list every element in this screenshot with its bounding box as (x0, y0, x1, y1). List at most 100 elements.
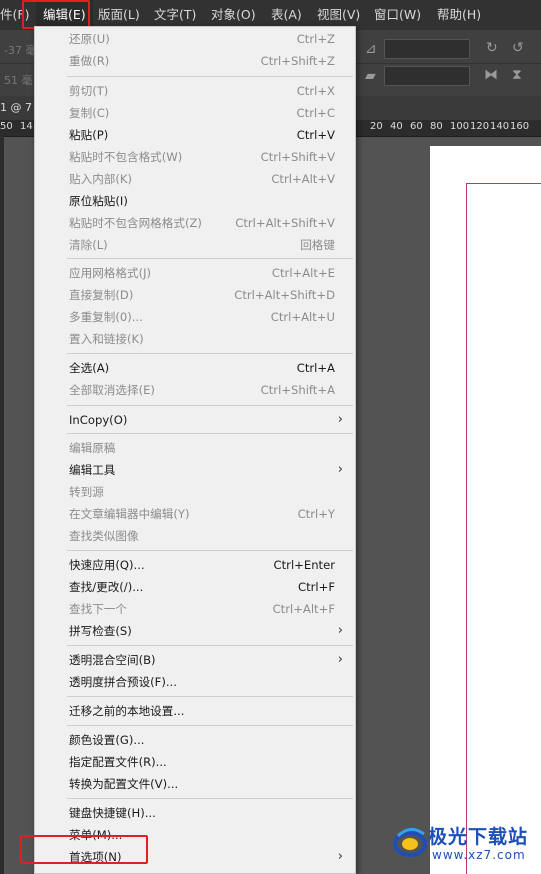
shear-field[interactable] (384, 66, 470, 86)
watermark-title: 极光下载站 (428, 826, 529, 848)
menu-item-shortcut: Ctrl+Alt+V (271, 172, 335, 186)
menu-item[interactable]: 查找下一个 Ctrl+Alt+F (35, 598, 355, 620)
menu-item-label: 应用网格格式(J) (69, 266, 152, 280)
highlight-box-preferences (20, 835, 148, 864)
y-field-value[interactable]: 51 毫 (4, 72, 33, 88)
menu-item[interactable]: 拼写检查(S) › (35, 620, 355, 642)
menu-item[interactable]: 颜色设置(G)... (35, 729, 355, 751)
menu-separator (67, 798, 353, 799)
menu-item[interactable]: 转换为配置文件(V)... (35, 773, 355, 795)
menu-item-label: 贴入内部(K) (69, 172, 133, 186)
menu-item[interactable]: 清除(L) 回格键 (35, 234, 355, 256)
menu-item-shortcut: Ctrl+Alt+E (271, 266, 335, 280)
menu-item-shortcut: Ctrl+Shift+A (260, 383, 335, 397)
flip-horizontal-icon[interactable]: ⧓ (484, 66, 498, 84)
menu-separator (67, 725, 353, 726)
submenu-arrow-icon: › (337, 623, 343, 638)
menu-item-label: 粘贴时不包含网格格式(Z) (69, 216, 202, 230)
menu-window[interactable]: 窗口(W) (374, 0, 421, 30)
rotation-field[interactable] (384, 39, 470, 59)
menu-item-label: 指定配置文件(R)... (69, 755, 167, 769)
ruler-label: 140 (490, 121, 510, 132)
menu-item[interactable]: 查找/更改(/)... Ctrl+F (35, 576, 355, 598)
menu-item-label: 查找/更改(/)... (69, 580, 144, 594)
menu-item-shortcut: 回格键 (300, 238, 335, 252)
submenu-arrow-icon: › (337, 652, 343, 667)
ruler-label: 60 (410, 121, 423, 132)
menu-item-label: 全选(A) (69, 361, 110, 375)
menu-item-label: 置入和链接(K) (69, 332, 144, 346)
menu-item[interactable]: 应用网格格式(J) Ctrl+Alt+E (35, 262, 355, 284)
menu-item-label: 编辑原稿 (69, 441, 116, 455)
menu-separator (67, 433, 353, 434)
ruler-label: 100 (450, 121, 470, 132)
ruler-label: 20 (370, 121, 383, 132)
menu-item-label: 全部取消选择(E) (69, 383, 155, 397)
ruler-label: 14 (20, 121, 33, 132)
menu-separator (67, 353, 353, 354)
menu-item[interactable]: 贴入内部(K) Ctrl+Alt+V (35, 168, 355, 190)
menu-separator (67, 550, 353, 551)
document-tab[interactable]: 1 @ 7 (0, 101, 32, 114)
menu-item[interactable]: 编辑原稿 (35, 437, 355, 459)
menu-item-shortcut: Ctrl+V (296, 128, 335, 142)
menu-help[interactable]: 帮助(H) (437, 0, 481, 30)
menu-item[interactable]: 转到源 (35, 481, 355, 503)
menu-item[interactable]: 透明度拼合预设(F)... (35, 671, 355, 693)
rotate-ccw-icon[interactable]: ↺ (512, 39, 524, 57)
menu-item-label: 粘贴时不包含格式(W) (69, 150, 183, 164)
menu-item-label: 迁移之前的本地设置... (69, 704, 185, 718)
menu-item-shortcut: Ctrl+Alt+U (270, 310, 335, 324)
menu-item[interactable]: 多重复制(0)... Ctrl+Alt+U (35, 306, 355, 328)
menu-item[interactable]: 快速应用(Q)... Ctrl+Enter (35, 554, 355, 576)
flip-vertical-icon[interactable]: ⧗ (512, 66, 522, 84)
menu-item-shortcut: Ctrl+A (296, 361, 335, 375)
menu-item[interactable]: 键盘快捷键(H)... (35, 802, 355, 824)
menu-item-label: 清除(L) (69, 238, 108, 252)
menu-item[interactable]: 全选(A) Ctrl+A (35, 357, 355, 379)
x-field-value[interactable]: -37 毫 (4, 42, 36, 58)
menu-item[interactable]: 置入和链接(K) (35, 328, 355, 350)
menu-item[interactable]: 透明混合空间(B) › (35, 649, 355, 671)
menu-item-label: 键盘快捷键(H)... (69, 806, 156, 820)
menu-item[interactable]: 剪切(T) Ctrl+X (35, 80, 355, 102)
menu-separator (67, 76, 353, 77)
menu-item-label: InCopy(O) (69, 413, 128, 427)
menu-item[interactable]: 指定配置文件(R)... (35, 751, 355, 773)
ruler-label: 50 (0, 121, 13, 132)
menu-item-label: 快速应用(Q)... (69, 558, 145, 572)
menu-item[interactable]: 粘贴(P) Ctrl+V (35, 124, 355, 146)
menu-item-label: 多重复制(0)... (69, 310, 143, 324)
menu-item[interactable]: 粘贴时不包含网格格式(Z) Ctrl+Alt+Shift+V (35, 212, 355, 234)
menu-item-label: 查找下一个 (69, 602, 127, 616)
menu-item[interactable]: 全部取消选择(E) Ctrl+Shift+A (35, 379, 355, 401)
menu-item[interactable]: InCopy(O) › (35, 409, 355, 431)
menu-item[interactable]: 在文章编辑器中编辑(Y) Ctrl+Y (35, 503, 355, 525)
menu-item-label: 重做(R) (69, 54, 110, 68)
menu-item-label: 直接复制(D) (69, 288, 134, 302)
menu-item[interactable]: 还原(U) Ctrl+Z (35, 28, 355, 50)
watermark-url: www.xz7.com (432, 848, 526, 862)
menu-item[interactable]: 直接复制(D) Ctrl+Alt+Shift+D (35, 284, 355, 306)
menu-item[interactable]: 复制(C) Ctrl+C (35, 102, 355, 124)
ruler-label: 160 (510, 121, 530, 132)
menu-item[interactable]: 查找类似图像 (35, 525, 355, 547)
menu-item[interactable]: 重做(R) Ctrl+Shift+Z (35, 50, 355, 72)
edit-menu-dropdown: 还原(U) Ctrl+Z 重做(R) Ctrl+Shift+Z 剪切(T) Ctrl+X 复… (34, 26, 356, 874)
ruler-label: 40 (390, 121, 403, 132)
menu-separator (67, 258, 353, 259)
menu-item-shortcut: Ctrl+Enter (273, 558, 335, 572)
menu-item-shortcut: Ctrl+Shift+V (260, 150, 335, 164)
rotate-cw-icon[interactable]: ↻ (486, 39, 498, 57)
menu-item-label: 粘贴(P) (69, 128, 109, 142)
menu-item-shortcut: Ctrl+Alt+Shift+V (235, 216, 335, 230)
menu-item-shortcut: Ctrl+C (296, 106, 335, 120)
menu-item[interactable]: 迁移之前的本地设置... (35, 700, 355, 722)
menu-item[interactable]: 编辑工具 › (35, 459, 355, 481)
menu-item-shortcut: Ctrl+Alt+F (272, 602, 335, 616)
menu-item-label: 透明度拼合预设(F)... (69, 675, 177, 689)
menu-item[interactable]: 原位粘贴(I) (35, 190, 355, 212)
menu-item[interactable]: 粘贴时不包含格式(W) Ctrl+Shift+V (35, 146, 355, 168)
menu-item-label: 剪切(T) (69, 84, 109, 98)
menu-item-shortcut: Ctrl+X (296, 84, 335, 98)
